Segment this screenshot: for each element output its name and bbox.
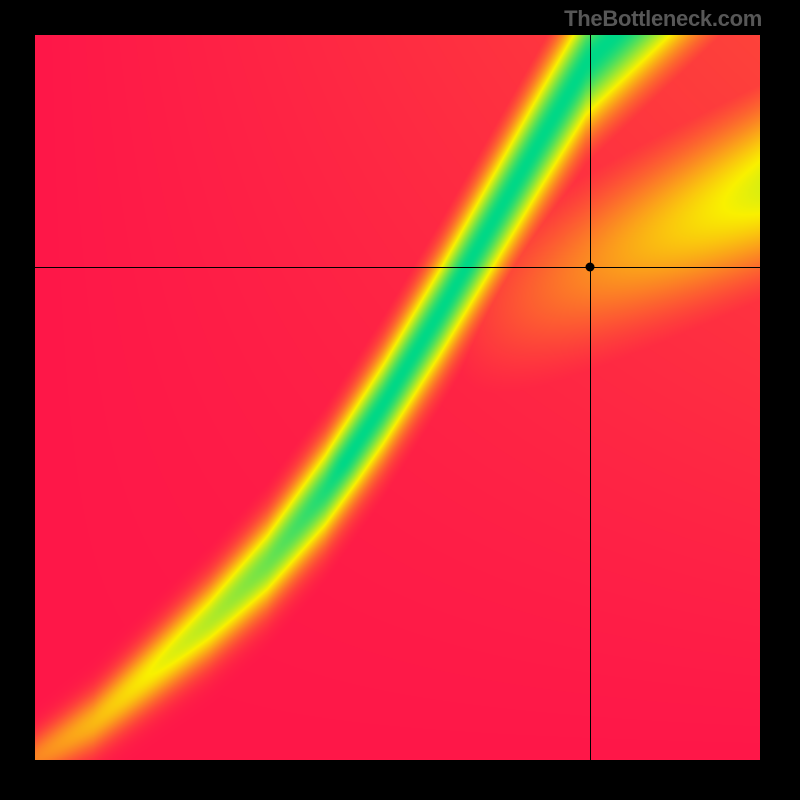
heatmap-canvas <box>35 35 760 760</box>
heatmap-plot <box>35 35 760 760</box>
selection-marker <box>586 263 595 272</box>
crosshair-vertical <box>590 35 591 760</box>
attribution-text: TheBottleneck.com <box>564 6 762 32</box>
chart-frame: TheBottleneck.com <box>0 0 800 800</box>
crosshair-horizontal <box>35 267 760 268</box>
